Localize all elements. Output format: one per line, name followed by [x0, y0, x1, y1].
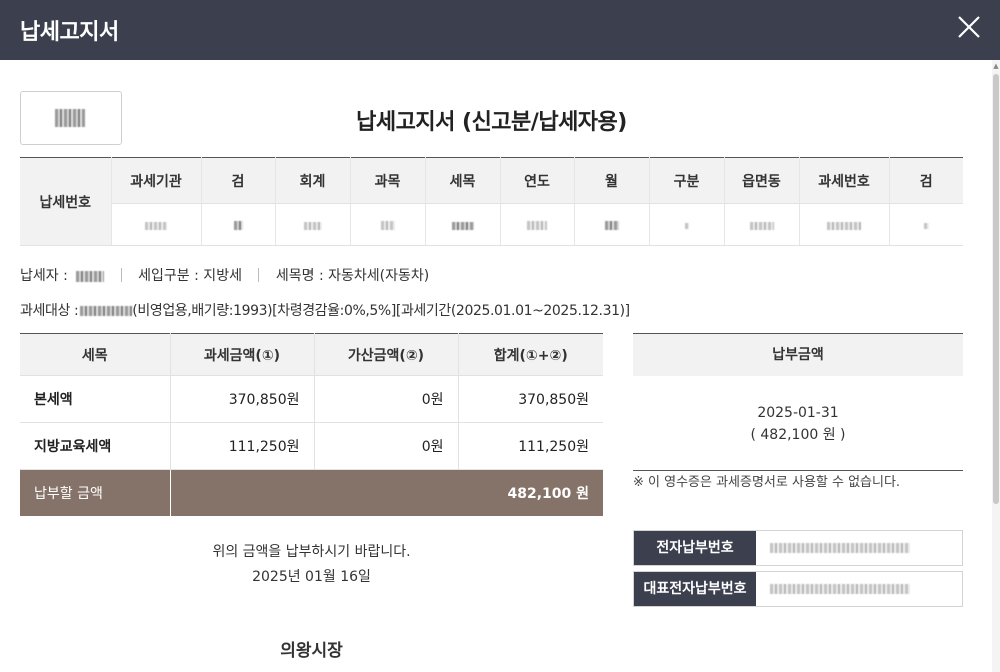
total-amount: 482,100 원	[169, 469, 603, 516]
row-item: 본세액	[20, 375, 170, 423]
redacted-value	[424, 203, 500, 246]
redacted-value	[888, 203, 963, 246]
col-district: 읍면동	[723, 157, 799, 204]
col-year: 연도	[499, 157, 574, 204]
col-tax-number: 과세번호	[798, 157, 889, 204]
redacted-value	[770, 543, 910, 553]
payment-request: 위의 금액을 납부하시기 바랍니다.	[212, 544, 411, 560]
redacted-value	[499, 203, 574, 246]
tax-target: 과세대상 : (비영업용,배기량:1993)[차령경감율:0%,5%][과세기간(…	[20, 300, 630, 320]
due-date: 2025-01-31	[757, 405, 839, 421]
col-category: 구분	[648, 157, 724, 204]
close-icon[interactable]	[952, 10, 986, 44]
col-subject: 과목	[349, 157, 425, 204]
window-title: 납세고지서	[20, 20, 119, 45]
table-row: 지방교육세액 111,250원 0원 111,250원	[20, 422, 603, 470]
redacted-value	[200, 203, 275, 246]
row-total: 370,850원	[457, 375, 603, 423]
representative-payment-label: 대표전자납부번호	[634, 572, 756, 606]
amount-col-total: 합계(①+②)	[457, 333, 603, 376]
row-taxable: 111,250원	[169, 422, 314, 470]
col-account: 회계	[274, 157, 350, 204]
tax-target-detail: (비영업용,배기량:1993)[차령경감율:0%,5%][과세기간(2025.0…	[132, 303, 630, 319]
scroll-up-icon[interactable]: ▲	[993, 62, 999, 70]
revenue-type: 세입구분 : 지방세	[138, 268, 242, 284]
document-title: 납세고지서 (신고분/납세자용)	[356, 110, 627, 135]
redacted-value	[723, 203, 799, 246]
col-taxing-authority: 과세기관	[110, 157, 201, 204]
table-row: 본세액 370,850원 0원 370,850원	[20, 375, 603, 423]
scrollbar-thumb[interactable]	[993, 74, 999, 504]
row-additional: 0원	[313, 422, 458, 470]
representative-payment-number: 대표전자납부번호	[633, 571, 963, 607]
row-item: 지방교육세액	[20, 422, 170, 470]
col-month: 월	[573, 157, 649, 204]
col-check-digit: 검	[888, 157, 963, 204]
row-additional: 0원	[313, 375, 458, 423]
tax-target-label: 과세대상 :	[20, 303, 79, 319]
total-label: 납부할 금액	[20, 469, 170, 516]
payment-amount: ( 482,100 원 )	[750, 427, 846, 443]
window-titlebar: 납세고지서	[0, 0, 1000, 60]
redacted-value	[110, 203, 201, 246]
tax-number-table: 납세번호 과세기관 검 회계 과목 세목 연도 월 구분 읍면동 과세번호 검	[20, 157, 963, 246]
payment-amount-body: 2025-01-31 ( 482,100 원 )	[633, 376, 963, 470]
amount-table: 세목 과세금액(①) 가산금액(②) 합계(①+②) 본세액 370,850원 …	[20, 333, 603, 516]
col-tax-item: 세목	[424, 157, 500, 204]
electronic-payment-label: 전자납부번호	[634, 531, 756, 565]
total-row: 납부할 금액 482,100 원	[20, 469, 603, 516]
payment-amount-header: 납부금액	[633, 334, 963, 376]
redacted-value	[798, 203, 889, 246]
tax-notice-content: 납세고지서 (신고분/납세자용) 납세번호 과세기관 검 회계 과목 세목 연도…	[0, 60, 992, 672]
receipt-note: ※ 이 영수증은 과세증명서로 사용할 수 없습니다.	[633, 475, 901, 490]
tax-number-label: 납세번호	[20, 157, 111, 246]
payment-amount-box: 납부금액 2025-01-31 ( 482,100 원 )	[633, 333, 963, 471]
issuer-name: 의왕시장	[280, 641, 343, 661]
amount-col-additional: 가산금액(②)	[313, 333, 458, 376]
row-total: 111,250원	[457, 422, 603, 470]
amount-col-item: 세목	[20, 333, 170, 376]
redacted-value	[349, 203, 425, 246]
row-taxable: 370,850원	[169, 375, 314, 423]
redacted-value	[274, 203, 350, 246]
vertical-scrollbar[interactable]: ▲	[992, 60, 1000, 672]
redacted-value	[648, 203, 724, 246]
tax-item-name: 세목명 : 자동차세(자동차)	[275, 268, 430, 284]
taxpayer-label: 납세자 :	[20, 268, 68, 284]
taxpayer-info: 납세자 : 세입구분 : 지방세 세목명 : 자동차세(자동차)	[20, 265, 429, 285]
col-check: 검	[200, 157, 275, 204]
redacted-value	[770, 584, 910, 594]
electronic-payment-number: 전자납부번호	[633, 530, 963, 566]
redacted-value	[573, 203, 649, 246]
amount-col-taxable: 과세금액(①)	[169, 333, 314, 376]
notice-date: 2025년 01월 16일	[252, 569, 371, 585]
